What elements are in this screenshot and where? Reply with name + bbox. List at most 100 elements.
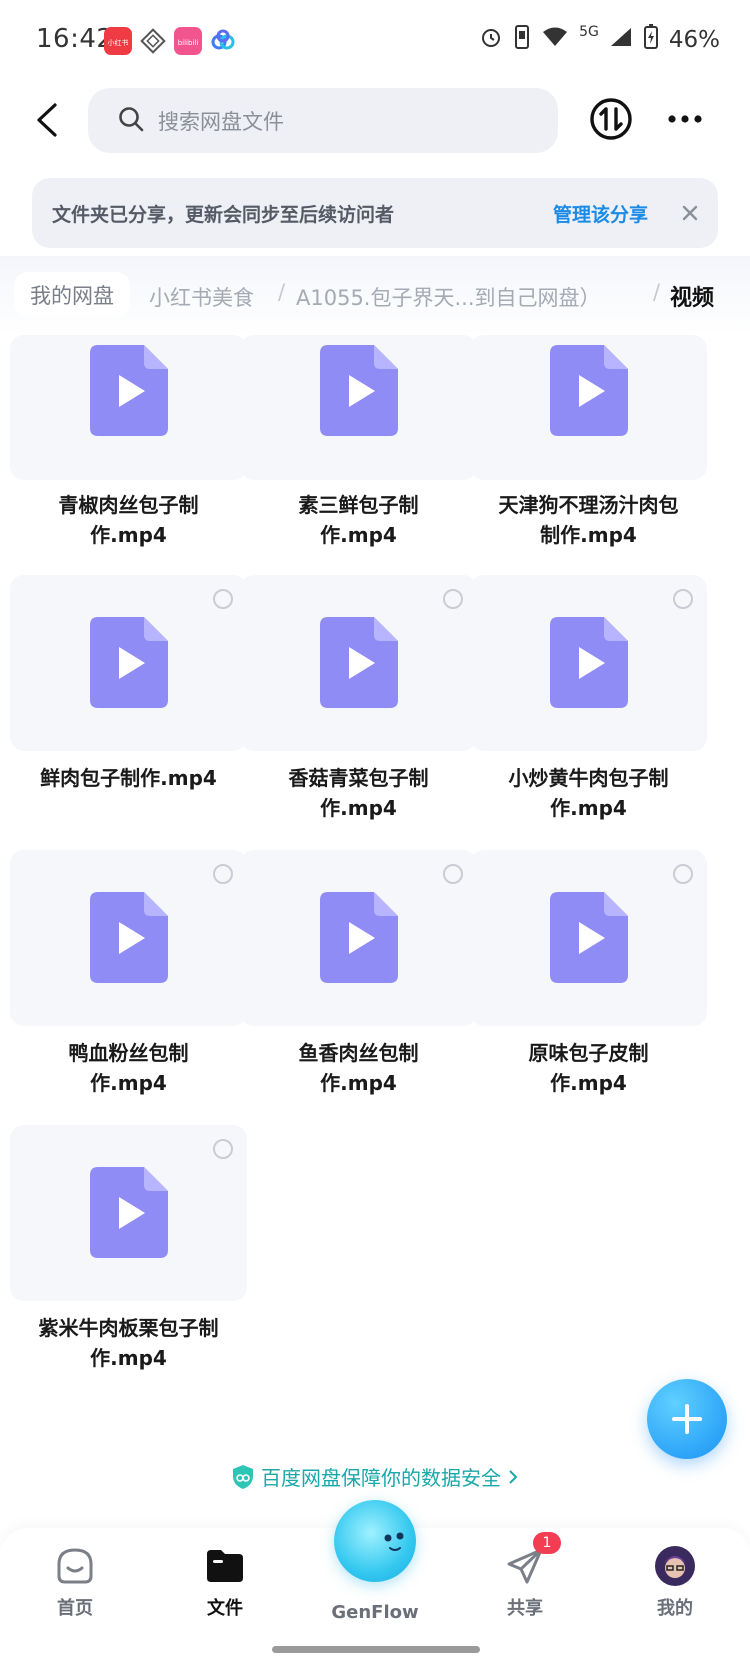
file-name-line2: 作.mp4 <box>90 1346 167 1370</box>
video-file-icon <box>550 892 628 983</box>
folder-icon <box>203 1544 247 1588</box>
home-icon <box>53 1544 97 1588</box>
file-name: 天津狗不理汤汁肉包 <box>498 493 679 517</box>
file-name-line2: 作.mp4 <box>550 1071 627 1095</box>
file-name-line2: 作.mp4 <box>320 1071 397 1095</box>
select-checkbox[interactable] <box>213 1139 233 1159</box>
file-name-line2: 作.mp4 <box>320 523 397 547</box>
nav-home[interactable]: 首页 <box>20 1544 130 1620</box>
file-thumbnail[interactable] <box>10 850 247 1026</box>
nav-share[interactable]: 1 共享 <box>470 1532 580 1620</box>
avatar <box>653 1544 697 1588</box>
file-name: 原味包子皮制 <box>528 1041 649 1065</box>
breadcrumb-item-root[interactable]: 我的网盘 <box>14 272 130 317</box>
status-time: 16:42 <box>36 24 114 54</box>
file-thumbnail[interactable] <box>240 850 477 1026</box>
status-right: 5G 46% <box>479 24 720 56</box>
search-icon <box>118 106 144 136</box>
search-placeholder: 搜索网盘文件 <box>158 109 284 134</box>
file-name: 鲜肉包子制作.mp4 <box>40 766 217 790</box>
breadcrumb-item[interactable]: A1055.包子界天...到自己网盘） <box>296 282 601 312</box>
add-button[interactable] <box>647 1379 727 1459</box>
video-file-icon <box>320 892 398 983</box>
bilibili-icon: bilibili <box>174 27 202 55</box>
close-banner-button[interactable] <box>675 198 705 228</box>
nav-files[interactable]: 文件 <box>170 1544 280 1620</box>
svg-text:bilibili: bilibili <box>178 39 199 47</box>
nav-mine[interactable]: 我的 <box>620 1544 730 1620</box>
manage-share-link[interactable]: 管理该分享 <box>553 200 648 227</box>
battery-level: 46% <box>668 27 720 53</box>
home-indicator <box>272 1646 480 1653</box>
battery-icon <box>643 24 659 56</box>
send-icon: 1 <box>503 1532 561 1588</box>
close-icon <box>682 205 698 221</box>
nav-files-label: 文件 <box>207 1598 243 1619</box>
genflow-icon[interactable] <box>334 1500 416 1582</box>
grid-app-icon <box>139 27 167 55</box>
security-notice-text: 百度网盘保障你的数据安全 <box>261 1466 501 1490</box>
file-name: 小炒黄牛肉包子制 <box>508 766 669 790</box>
video-file-icon <box>90 1167 168 1258</box>
file-thumbnail[interactable] <box>240 575 477 751</box>
file-name: 鸭血粉丝包制 <box>68 1041 189 1065</box>
video-file-icon <box>90 617 168 708</box>
search-input[interactable]: 搜索网盘文件 <box>88 88 558 153</box>
plus-icon <box>672 1404 702 1434</box>
security-notice[interactable]: 百度网盘保障你的数据安全 <box>0 1462 750 1491</box>
breadcrumb-separator: / <box>653 280 661 304</box>
more-dots-icon <box>668 115 702 123</box>
share-badge: 1 <box>533 1532 561 1554</box>
select-checkbox[interactable] <box>673 864 693 884</box>
file-thumbnail[interactable] <box>470 335 707 480</box>
file-name: 素三鲜包子制 <box>298 493 419 517</box>
file-name-line2: 制作.mp4 <box>540 523 637 547</box>
video-file-icon <box>90 892 168 983</box>
chevron-right-icon <box>509 1469 518 1484</box>
select-checkbox[interactable] <box>213 589 233 609</box>
video-file-icon <box>90 345 168 436</box>
file-name: 紫米牛肉板栗包子制 <box>38 1316 219 1340</box>
signal-icon <box>609 26 633 54</box>
select-checkbox[interactable] <box>443 864 463 884</box>
file-thumbnail[interactable] <box>10 335 247 480</box>
select-checkbox[interactable] <box>673 589 693 609</box>
xiaohongshu-icon: 小红书 <box>104 27 132 55</box>
file-thumbnail[interactable] <box>240 335 477 480</box>
svg-text:小红书: 小红书 <box>108 38 129 47</box>
file-thumbnail[interactable] <box>470 575 707 751</box>
alarm-icon <box>479 25 503 55</box>
breadcrumb-current: 视频 <box>670 286 715 311</box>
file-thumbnail[interactable] <box>470 850 707 1026</box>
network-type: 5G <box>579 24 599 40</box>
video-file-icon <box>550 617 628 708</box>
file-name: 香菇青菜包子制 <box>288 766 429 790</box>
file-name-line2: 作.mp4 <box>550 796 627 820</box>
file-name-line2: 作.mp4 <box>90 1071 167 1095</box>
breadcrumb-separator: / <box>278 280 286 304</box>
nav-home-label: 首页 <box>57 1598 93 1619</box>
breadcrumb-item[interactable]: 小红书美食 <box>149 282 254 312</box>
share-banner: 文件夹已分享，更新会同步至后续访问者 管理该分享 <box>32 178 718 248</box>
nav-mine-label: 我的 <box>657 1598 693 1619</box>
video-file-icon <box>550 345 628 436</box>
share-notice: 文件夹已分享，更新会同步至后续访问者 <box>52 204 395 226</box>
status-bar: 16:42 小红书 bilibili 5G 46% <box>0 0 750 84</box>
chevron-left-icon <box>37 103 57 137</box>
select-checkbox[interactable] <box>443 589 463 609</box>
nav-share-label: 共享 <box>507 1598 543 1619</box>
select-checkbox[interactable] <box>213 864 233 884</box>
vibrate-icon <box>513 24 531 56</box>
video-file-icon <box>320 345 398 436</box>
file-thumbnail[interactable] <box>10 1125 247 1301</box>
more-button[interactable] <box>662 96 708 142</box>
file-name-line2: 作.mp4 <box>320 796 397 820</box>
file-name: 鱼香肉丝包制 <box>298 1041 419 1065</box>
transfer-list-button[interactable] <box>588 96 634 142</box>
transfer-icon <box>590 98 632 140</box>
file-thumbnail[interactable] <box>10 575 247 751</box>
back-button[interactable] <box>20 92 76 148</box>
video-file-icon <box>320 617 398 708</box>
file-name-line2: 作.mp4 <box>90 523 167 547</box>
baidu-netdisk-icon <box>209 27 237 55</box>
